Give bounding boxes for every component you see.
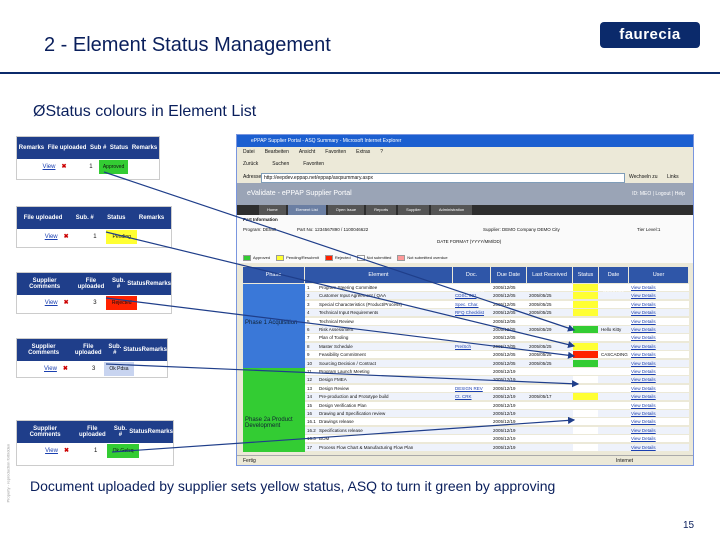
- status-arrow: [105, 363, 580, 388]
- slide-caption: Document uploaded by supplier sets yello…: [30, 478, 556, 494]
- status-arrows: [103, 171, 580, 453]
- page-number: 15: [683, 520, 695, 531]
- status-arrow: [111, 416, 576, 453]
- status-arrow: [105, 231, 576, 349]
